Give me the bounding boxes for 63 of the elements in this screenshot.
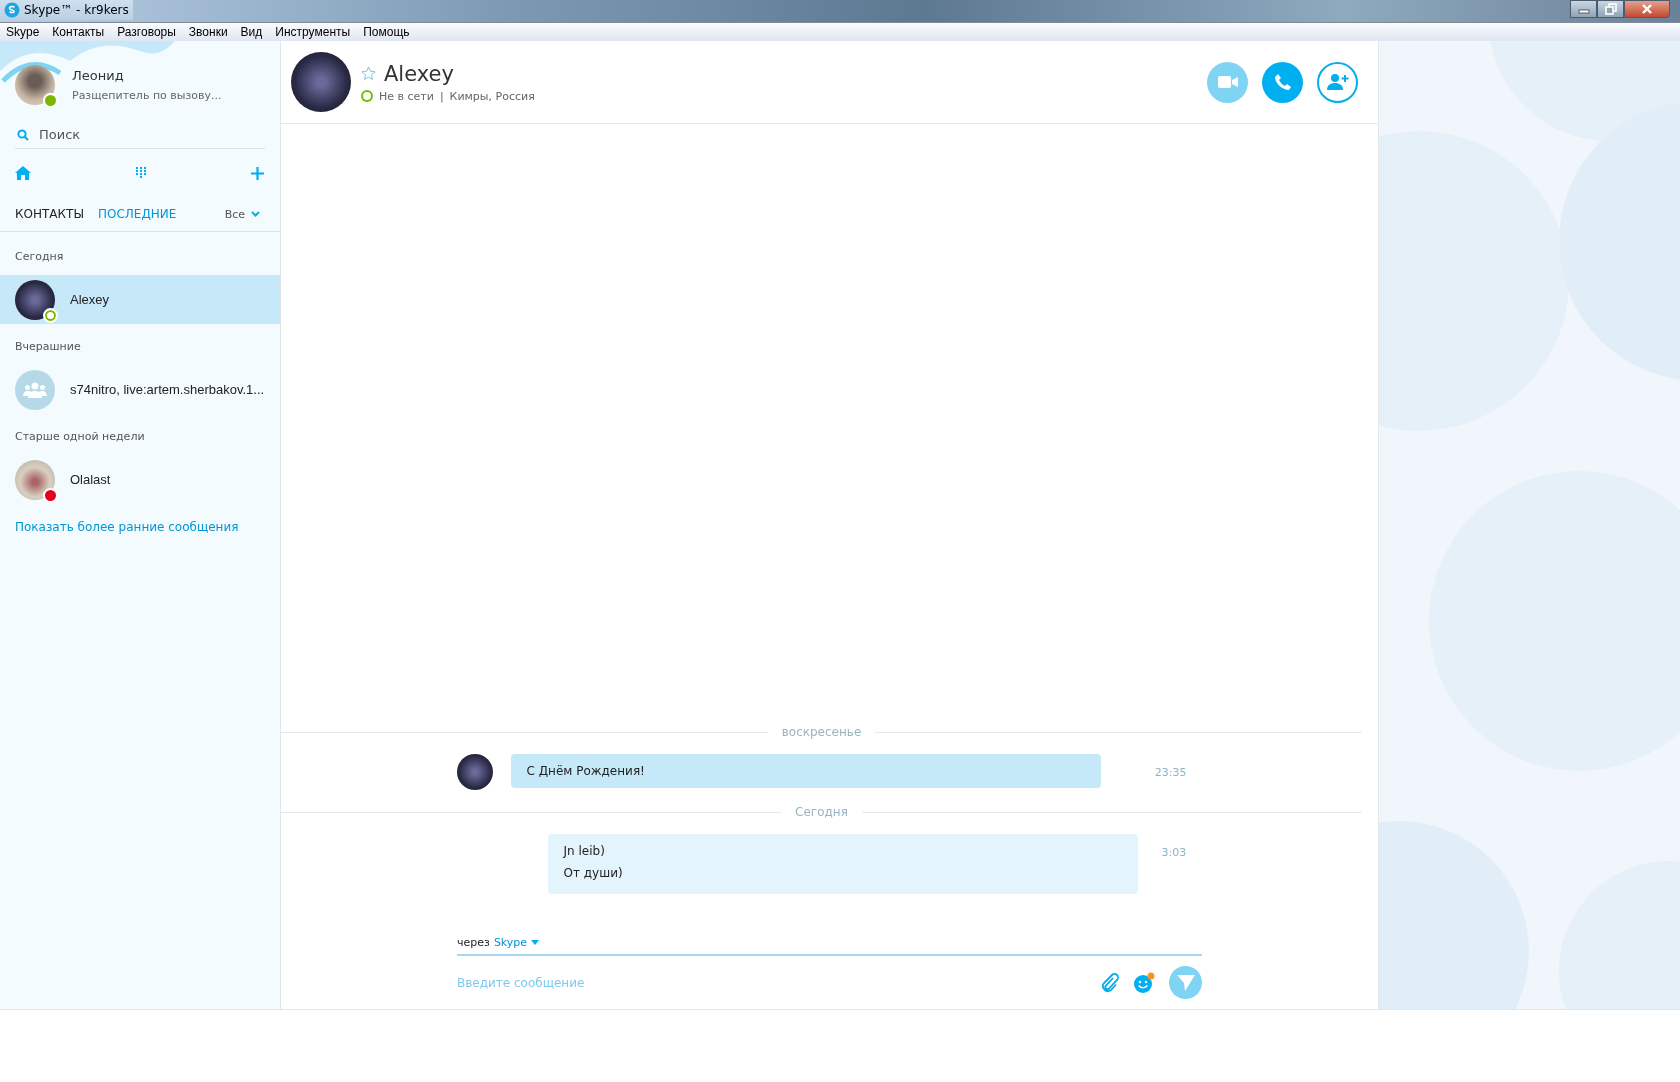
send-button[interactable]: [1169, 966, 1202, 999]
restore-icon: [1604, 3, 1617, 15]
call-button[interactable]: [1262, 61, 1303, 103]
video-call-button[interactable]: [1207, 61, 1248, 103]
menu-item[interactable]: Вид: [240, 25, 263, 39]
video-camera-icon: [1217, 76, 1238, 88]
tab[interactable]: КОНТАКТЫ: [15, 207, 84, 221]
home-icon[interactable]: [15, 166, 31, 180]
via-label: через: [457, 936, 490, 949]
menu-item[interactable]: Skype: [6, 25, 40, 39]
message-text: От души): [563, 866, 624, 880]
group-heading: Вчерашние: [14, 339, 82, 355]
message-time: 23:35: [1154, 765, 1187, 779]
avatar-placeholder: [15, 459, 55, 500]
filter-dropdown[interactable]: Все: [224, 207, 245, 221]
message-input[interactable]: Введите сообщение: [457, 975, 1087, 990]
star-icon[interactable]: [361, 66, 376, 81]
add-icon[interactable]: [251, 166, 264, 180]
close-button[interactable]: [1624, 0, 1670, 18]
menu-item[interactable]: Звонки: [188, 25, 228, 39]
contact-name: Alexey: [384, 61, 454, 86]
skype-logo-icon: [4, 2, 20, 18]
message-time: 3:03: [1161, 845, 1187, 859]
caret-icon: [531, 940, 540, 945]
add-contact-button[interactable]: [1317, 61, 1358, 103]
dialpad-icon[interactable]: [136, 167, 146, 179]
location-text: Кимры, Россия: [449, 89, 535, 103]
avatar-placeholder: [15, 279, 55, 320]
add-person-icon: [1326, 73, 1349, 91]
contact-name: Olalast: [70, 472, 111, 487]
mood-message: Разщепитель по вызову...: [72, 89, 222, 102]
date-separator: воскресенье: [781, 725, 862, 739]
close-icon: [1641, 4, 1653, 14]
paperclip-icon[interactable]: [1101, 972, 1119, 993]
search-field[interactable]: Поиск: [39, 127, 239, 142]
conversation-item[interactable]: Olalast: [0, 455, 280, 504]
conversation-item[interactable]: Alexey: [0, 275, 280, 324]
send-icon: [1176, 974, 1195, 991]
search-icon: [17, 128, 29, 141]
status-text: Не в сети: [379, 89, 434, 103]
group-heading: Старше одной недели: [14, 429, 146, 445]
group-heading: Сегодня: [14, 249, 65, 265]
minimize-button[interactable]: [1570, 0, 1597, 18]
divider-text: |: [439, 89, 444, 103]
menu-item[interactable]: Разговоры: [117, 25, 176, 39]
message-text: С Днём Рождения!: [526, 764, 646, 778]
menu-item[interactable]: Помощь: [363, 25, 410, 39]
message-text: Jn leib): [563, 844, 606, 858]
chevron-down-icon: [251, 211, 260, 217]
profile-name: Леонид: [72, 68, 125, 83]
date-separator: Сегодня: [795, 805, 848, 819]
menu-item[interactable]: Инструменты: [275, 25, 351, 39]
phone-icon: [1273, 73, 1292, 91]
group-avatar-icon: [15, 369, 55, 410]
conversation-item[interactable]: s74nitro, live:artem.sherbakov.1...: [0, 365, 280, 414]
avatar-placeholder: [456, 754, 493, 790]
window-title: Skype™ - kr9kers: [24, 3, 129, 17]
restore-button[interactable]: [1597, 0, 1624, 18]
emoticon-icon[interactable]: [1133, 971, 1155, 994]
menu-item[interactable]: Контакты: [52, 25, 105, 39]
contact-name: Alexey: [70, 292, 110, 307]
contact-name: s74nitro, live:artem.sherbakov.1...: [70, 382, 265, 397]
avatar-placeholder: [291, 52, 351, 112]
